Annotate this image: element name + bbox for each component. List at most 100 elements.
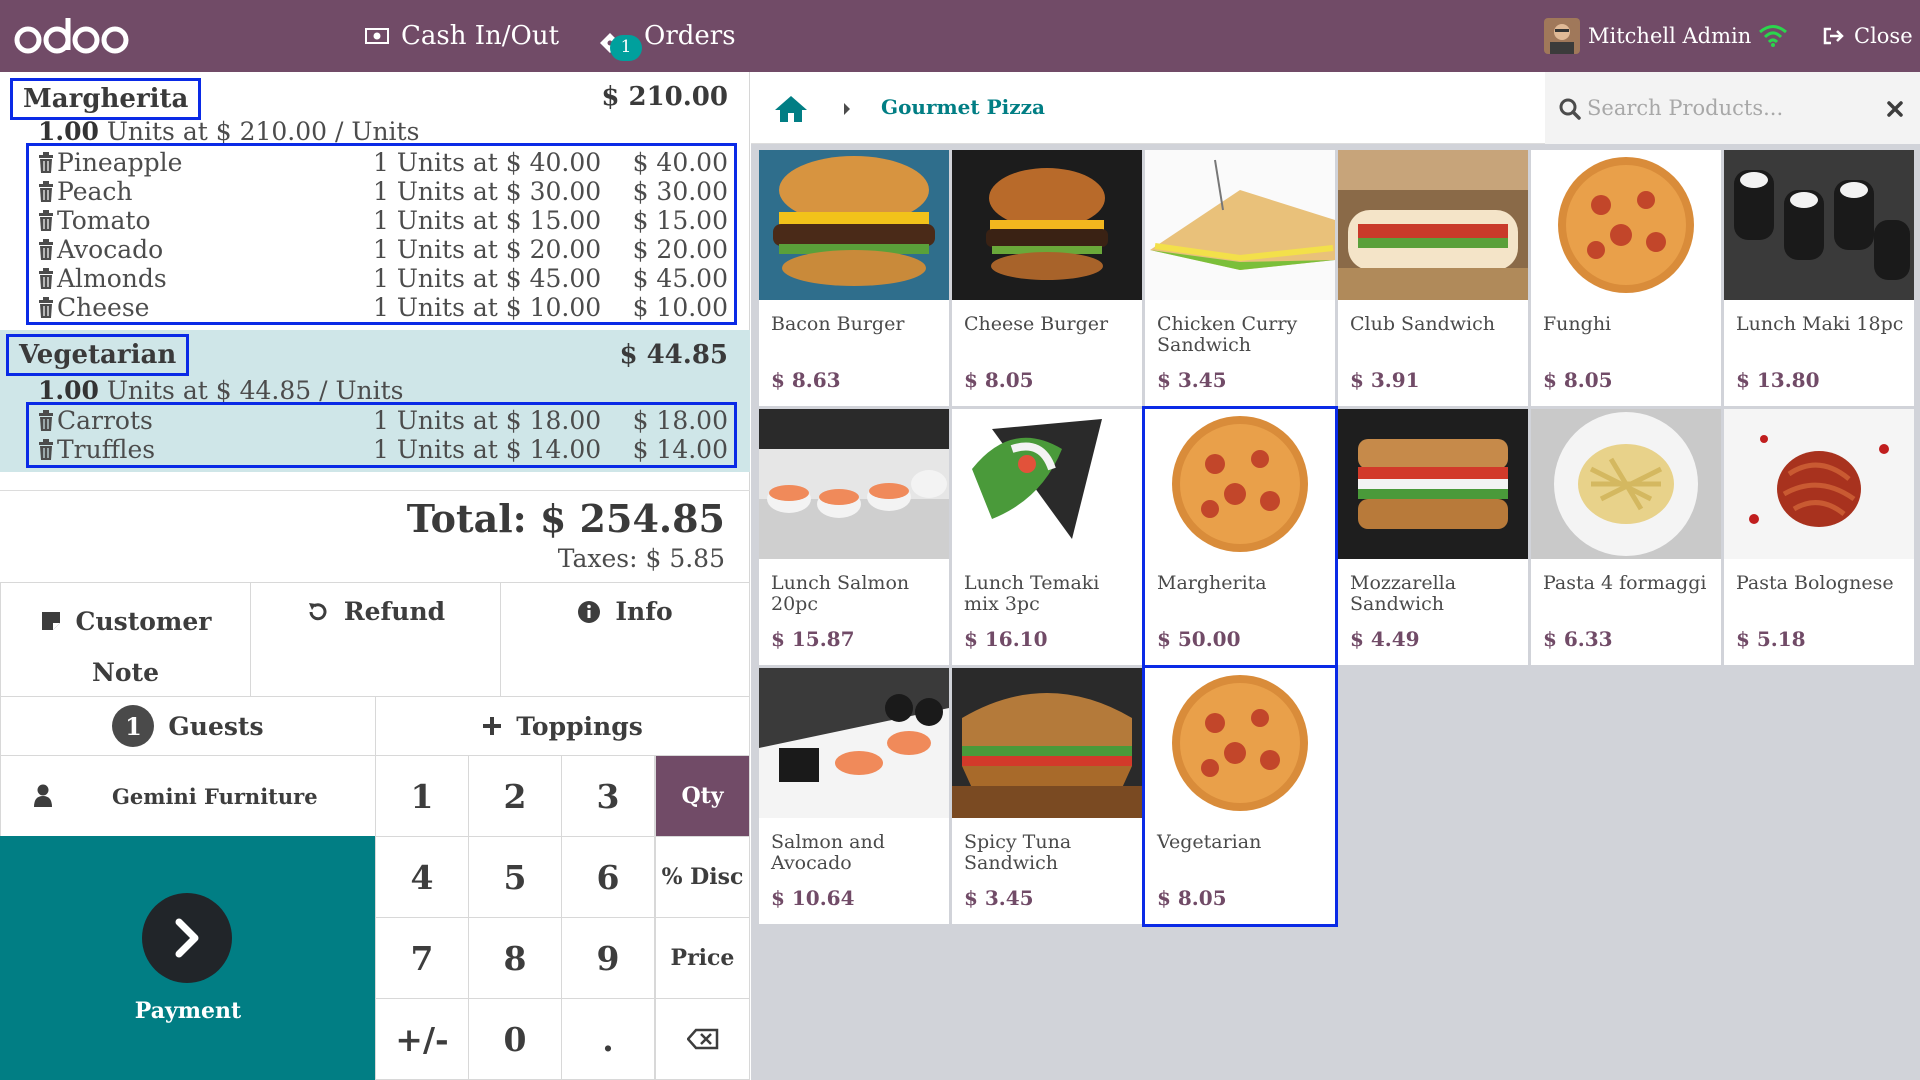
numpad-key-9[interactable]: 9 — [561, 917, 655, 999]
guests-button[interactable]: 1 Guests — [0, 696, 376, 756]
trash-icon[interactable] — [37, 297, 55, 319]
undo-icon — [308, 602, 327, 620]
mode-qty-button[interactable]: Qty — [655, 755, 750, 837]
orders-count-badge: 1 — [610, 35, 642, 61]
taxes-value: $ 5.85 — [645, 544, 725, 573]
topping-name: Avocado — [57, 235, 164, 264]
product-card-salmon-and-avocado[interactable]: Salmon and Avocado $ 10.64 — [759, 668, 949, 924]
mode-price-button[interactable]: Price — [655, 917, 750, 999]
topping-units: 1 Units at $ 30.00 — [373, 177, 602, 206]
product-image — [952, 150, 1142, 300]
orderline-margherita[interactable]: Margherita $ 210.00 1.00 Units at $ 210.… — [0, 72, 750, 327]
numpad-key-1[interactable]: 1 — [375, 755, 469, 837]
orderline-unit-text: Units at $ 44.85 / Units — [106, 376, 404, 405]
numpad-key-plus-minus[interactable]: +/- — [375, 998, 469, 1080]
trash-icon[interactable] — [37, 152, 55, 174]
numpad-key-5[interactable]: 5 — [468, 836, 562, 918]
product-card-spicy-tuna-sandwich[interactable]: Spicy Tuna Sandwich $ 3.45 — [952, 668, 1142, 924]
user-menu[interactable]: Mitchell Admin — [1544, 0, 1751, 72]
breadcrumb-category[interactable]: Gourmet Pizza — [881, 95, 1045, 119]
product-price: $ 5.18 — [1736, 627, 1806, 651]
trash-icon[interactable] — [37, 410, 55, 432]
topping-name: Cheese — [57, 293, 150, 322]
trash-icon[interactable] — [37, 268, 55, 290]
product-price: $ 6.33 — [1543, 627, 1613, 651]
product-image — [1145, 668, 1335, 818]
trash-icon[interactable] — [37, 210, 55, 232]
product-name: Lunch Temaki mix 3pc — [964, 572, 1100, 615]
total-label: Total: — [406, 496, 527, 541]
numpad-key-8[interactable]: 8 — [468, 917, 562, 999]
customer-button[interactable]: Gemini Furniture — [0, 755, 376, 837]
money-icon — [365, 27, 389, 45]
product-card-margherita[interactable]: Margherita $ 50.00 — [1142, 406, 1338, 668]
close-icon[interactable] — [1886, 100, 1904, 118]
topping-row: Cheese 1 Units at $ 10.00 $ 10.00 — [29, 293, 734, 322]
search-input[interactable] — [1587, 90, 1867, 126]
product-image — [1531, 150, 1721, 300]
backspace-icon — [686, 1028, 718, 1050]
close-label: Close — [1854, 24, 1913, 48]
product-card-pasta-4-formaggi[interactable]: Pasta 4 formaggi $ 6.33 — [1531, 409, 1721, 665]
mode-discount-button[interactable]: % Disc — [655, 836, 750, 918]
product-card-funghi[interactable]: Funghi $ 8.05 — [1531, 150, 1721, 406]
product-card-cheese-burger[interactable]: Cheese Burger $ 8.05 — [952, 150, 1142, 406]
topping-total: $ 30.00 — [632, 177, 728, 206]
product-card-pasta-bolognese[interactable]: Pasta Bolognese $ 5.18 — [1724, 409, 1914, 665]
product-card-lunch-maki[interactable]: Lunch Maki 18pc $ 13.80 — [1724, 150, 1914, 406]
numpad-key-2[interactable]: 2 — [468, 755, 562, 837]
backspace-button[interactable] — [655, 998, 750, 1080]
refund-button[interactable]: Refund — [250, 582, 501, 697]
product-card-chicken-curry-sandwich[interactable]: Chicken Curry Sandwich $ 3.45 — [1145, 150, 1335, 406]
product-name: Pasta 4 formaggi — [1543, 572, 1707, 594]
product-card-club-sandwich[interactable]: Club Sandwich $ 3.91 — [1338, 150, 1528, 406]
orderline-qty: 1.00 — [38, 376, 99, 405]
cash-in-out-button[interactable]: Cash In/Out — [365, 0, 559, 72]
product-image — [1338, 150, 1528, 300]
topping-row: Pineapple 1 Units at $ 40.00 $ 40.00 — [29, 148, 734, 177]
orders-label: Orders — [644, 21, 736, 51]
numpad-key-6[interactable]: 6 — [561, 836, 655, 918]
orders-button[interactable]: 1 Orders — [598, 0, 736, 72]
product-card-vegetarian[interactable]: Vegetarian $ 8.05 — [1142, 665, 1338, 927]
product-price: $ 8.05 — [1543, 368, 1613, 392]
toppings-list: Pineapple 1 Units at $ 40.00 $ 40.00 Pea… — [26, 143, 737, 325]
product-image — [759, 150, 949, 300]
search-box — [1545, 72, 1920, 144]
numpad-key-0[interactable]: 0 — [468, 998, 562, 1080]
numpad-key-7[interactable]: 7 — [375, 917, 469, 999]
product-price: $ 3.45 — [964, 886, 1034, 910]
payment-button[interactable]: Payment — [0, 836, 376, 1080]
topping-name: Pineapple — [57, 148, 183, 177]
trash-icon[interactable] — [37, 239, 55, 261]
info-button[interactable]: Info — [500, 582, 750, 697]
topping-name: Tomato — [57, 206, 151, 235]
orderline-price: $ 44.85 — [619, 340, 728, 370]
trash-icon[interactable] — [37, 181, 55, 203]
topping-total: $ 15.00 — [632, 206, 728, 235]
product-card-bacon-burger[interactable]: Bacon Burger $ 8.63 — [759, 150, 949, 406]
product-card-lunch-salmon[interactable]: Lunch Salmon 20pc $ 15.87 — [759, 409, 949, 665]
close-button[interactable]: Close — [1822, 0, 1913, 72]
product-card-mozzarella-sandwich[interactable]: Mozzarella Sandwich $ 4.49 — [1338, 409, 1528, 665]
toppings-list: Carrots 1 Units at $ 18.00 $ 18.00 Truff… — [26, 402, 737, 468]
customer-note-button[interactable]: Customer Note — [0, 582, 251, 697]
product-price: $ 8.63 — [771, 368, 841, 392]
product-name: Salmon and Avocado — [771, 831, 885, 874]
product-price: $ 8.05 — [1157, 886, 1227, 910]
wifi-icon[interactable] — [1758, 0, 1788, 72]
payment-label: Payment — [134, 998, 242, 1024]
topping-name: Peach — [57, 177, 133, 206]
product-image — [952, 409, 1142, 559]
numpad-key-4[interactable]: 4 — [375, 836, 469, 918]
customer-note-label-line2: Note — [92, 657, 159, 687]
numpad-key-decimal[interactable]: . — [561, 998, 655, 1080]
product-name: Margherita — [1157, 572, 1267, 594]
trash-icon[interactable] — [37, 439, 55, 461]
numpad-key-3[interactable]: 3 — [561, 755, 655, 837]
orderline-vegetarian[interactable]: Vegetarian $ 44.85 1.00 Units at $ 44.85… — [0, 330, 750, 472]
home-icon[interactable] — [773, 94, 809, 124]
product-card-lunch-temaki[interactable]: Lunch Temaki mix 3pc $ 16.10 — [952, 409, 1142, 665]
product-image — [1338, 409, 1528, 559]
toppings-button[interactable]: Toppings — [375, 696, 750, 756]
